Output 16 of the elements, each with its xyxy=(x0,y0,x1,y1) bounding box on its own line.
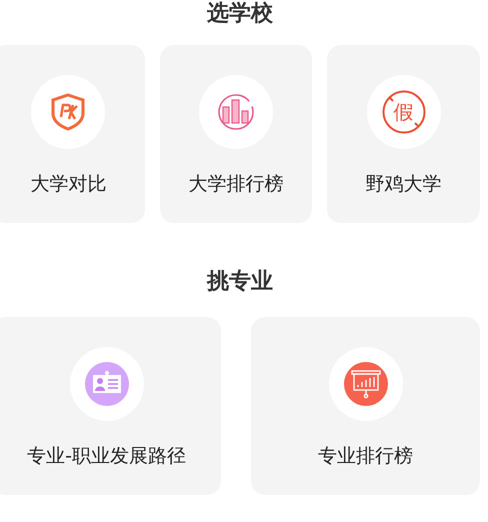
shield-icon xyxy=(50,93,86,131)
fake-glyph: 假 xyxy=(394,102,414,122)
card-label: 大学排行榜 xyxy=(188,172,284,197)
menu-card[interactable]: 假 野鸡大学 xyxy=(327,45,480,223)
card-label: 野鸡大学 xyxy=(366,172,442,197)
section-title: 挑专业 xyxy=(206,268,274,296)
card-label: 大学对比 xyxy=(30,172,106,197)
presentation-board-icon xyxy=(342,361,388,407)
menu-card[interactable]: 大学排行榜 xyxy=(160,45,312,223)
menu-card[interactable]: 大学对比 xyxy=(0,45,145,223)
card-label: 专业-职业发展路径 xyxy=(27,444,186,469)
menu-card[interactable]: 专业-职业发展路径 xyxy=(0,317,221,495)
menu-card[interactable]: 专业排行榜 xyxy=(251,317,480,495)
id-card-icon xyxy=(84,361,130,407)
card-label: 专业排行榜 xyxy=(318,444,413,469)
section-title: 选学校 xyxy=(206,0,274,28)
